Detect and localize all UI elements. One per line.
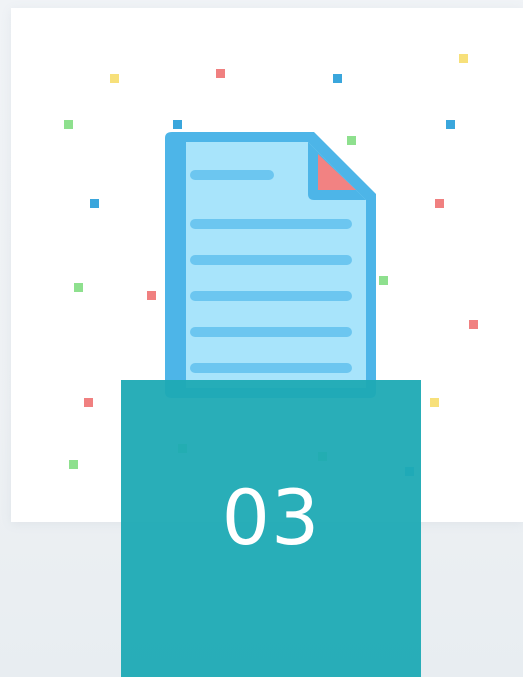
confetti-piece xyxy=(379,276,388,285)
step-number: 03 xyxy=(221,473,321,562)
confetti-piece xyxy=(84,398,93,407)
confetti-piece xyxy=(446,120,455,129)
confetti-piece xyxy=(173,120,182,129)
confetti-piece xyxy=(147,291,156,300)
confetti-piece xyxy=(216,69,225,78)
step-number-block: 03 xyxy=(121,380,421,677)
confetti-piece xyxy=(69,460,78,469)
confetti-piece xyxy=(430,398,439,407)
confetti-piece xyxy=(469,320,478,329)
confetti-piece xyxy=(333,74,342,83)
confetti-piece xyxy=(64,120,73,129)
confetti-piece xyxy=(90,199,99,208)
confetti-piece xyxy=(347,136,356,145)
confetti-piece xyxy=(459,54,468,63)
document-icon xyxy=(165,132,376,398)
page-background: 03 xyxy=(0,0,523,677)
confetti-piece xyxy=(435,199,444,208)
confetti-piece xyxy=(74,283,83,292)
confetti-piece xyxy=(110,74,119,83)
